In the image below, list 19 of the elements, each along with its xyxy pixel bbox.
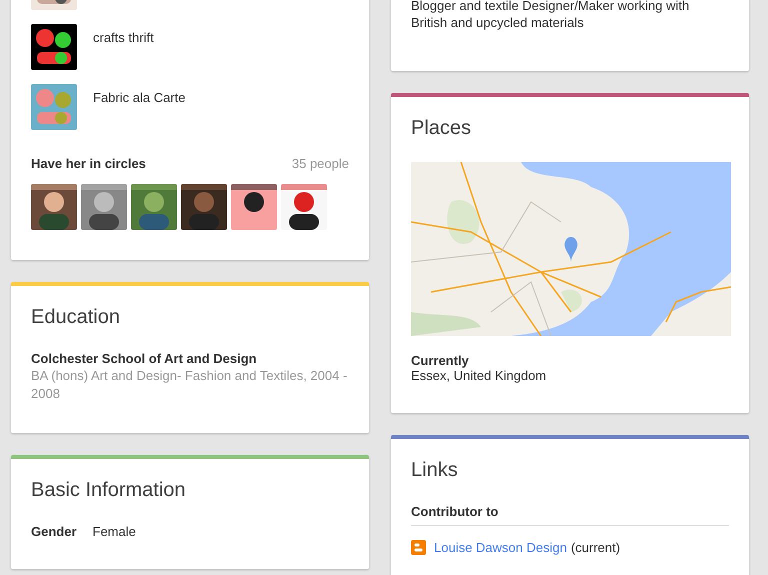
blog-icon (411, 540, 426, 555)
blog-link[interactable]: Louise Dawson Design (434, 540, 567, 555)
place-label: Currently (411, 353, 470, 368)
intro-text: Blogger and textile Designer/Maker working with British and upcycled materials (411, 0, 690, 32)
page-name[interactable]: crafts thrift (93, 24, 154, 45)
card-title: Education (31, 306, 121, 329)
page-name[interactable]: Fabric ala Carte (93, 84, 186, 105)
place-value: Essex, United Kingdom (411, 368, 548, 383)
circles-heading: Have her in circles (31, 156, 146, 171)
field-label: Gender (31, 524, 77, 539)
people-count: 35 people (292, 156, 349, 171)
degree-detail: BA (hons) Art and Design- Fashion and Textiles, 2004 - 2008 (31, 367, 348, 403)
school-name: Colchester School of Art and Design (31, 351, 258, 366)
card-title: Places (411, 117, 472, 140)
card-title: Basic Information (31, 479, 187, 502)
section-heading: Contributor to (411, 504, 729, 526)
field-value: Female (92, 524, 136, 539)
card-title: Links (411, 459, 459, 482)
link-note: (current) (570, 540, 620, 555)
